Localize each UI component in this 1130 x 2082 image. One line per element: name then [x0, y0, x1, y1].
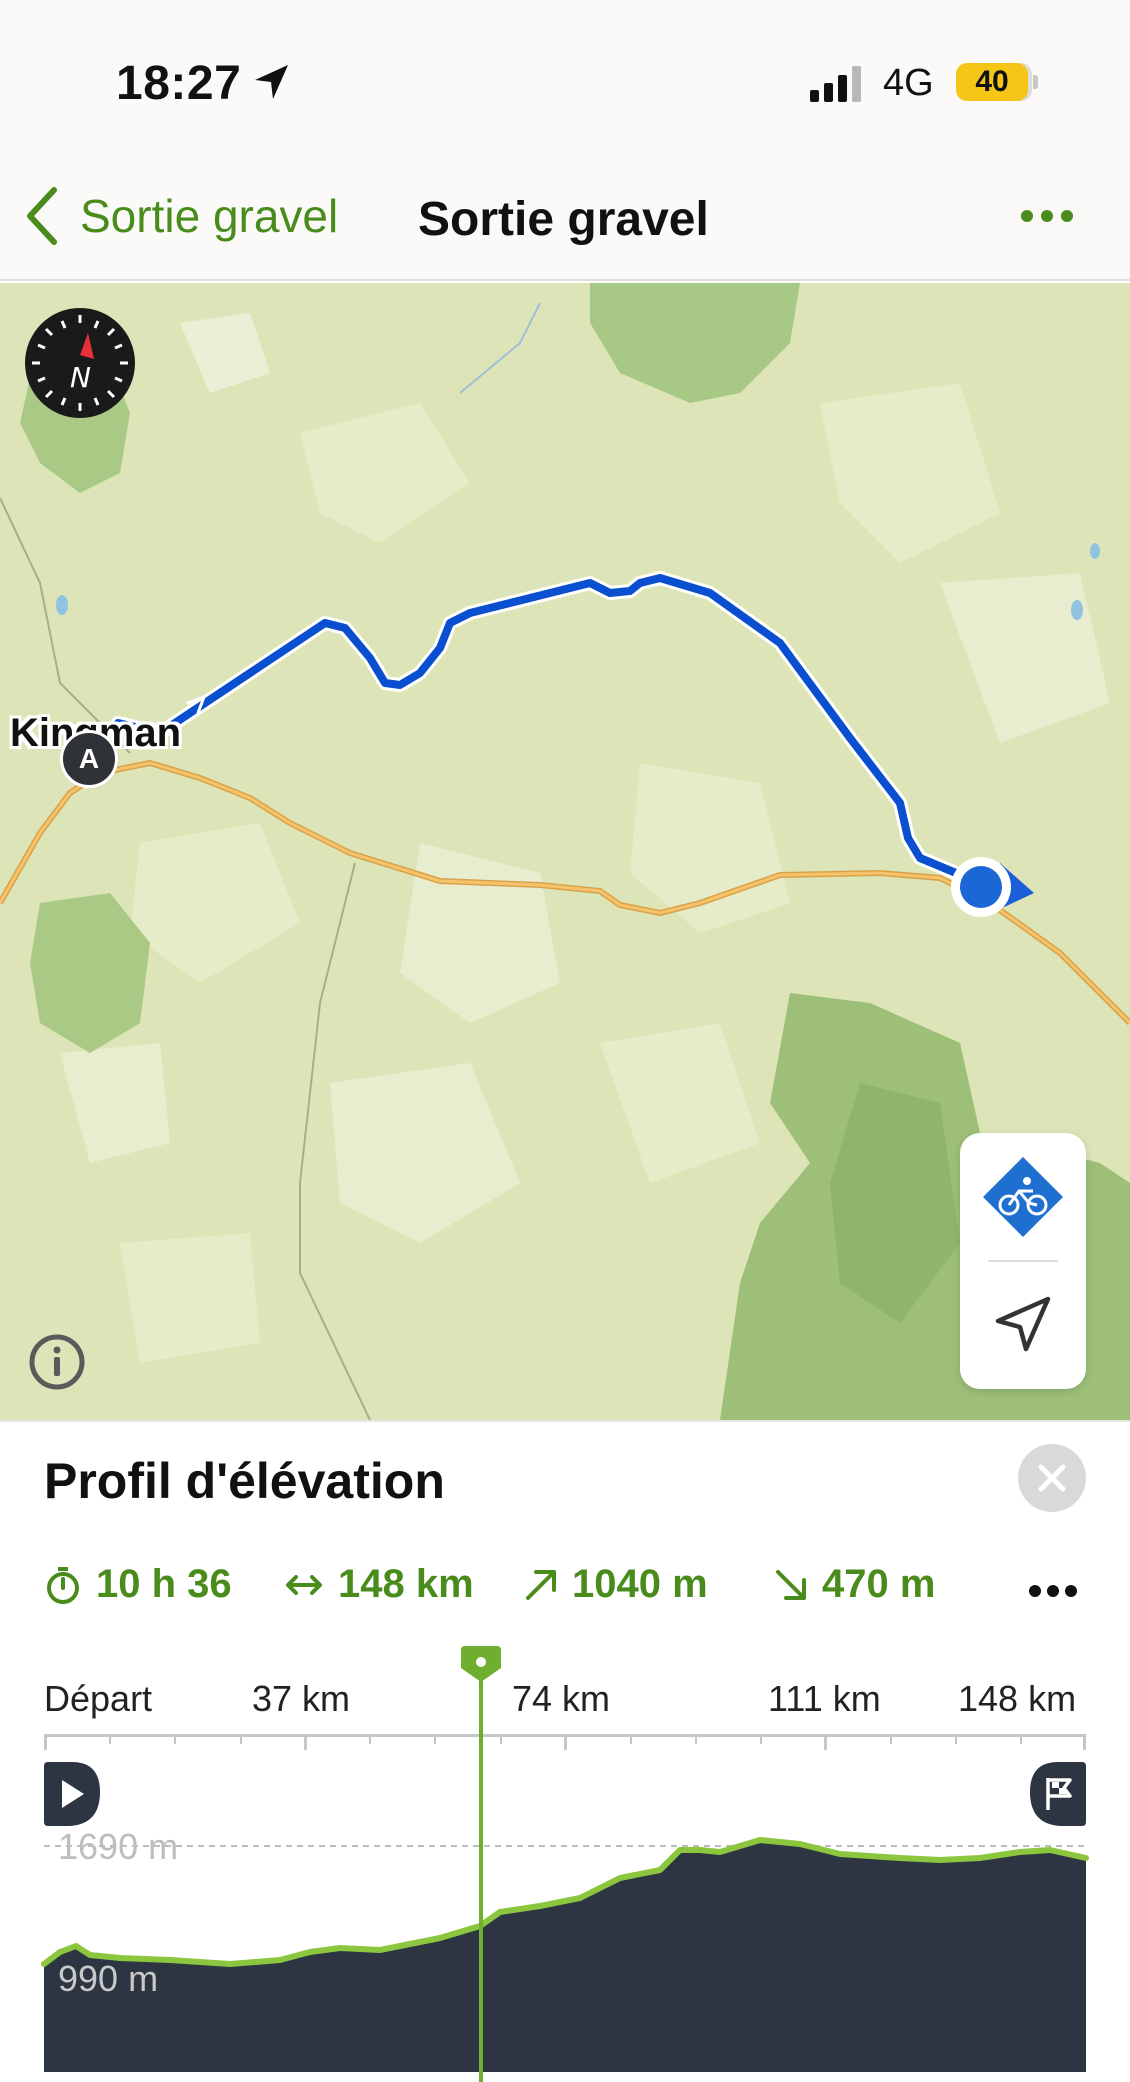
stat-ascent: 1040 m	[524, 1562, 708, 1607]
info-icon[interactable]	[28, 1333, 86, 1391]
stat-duration-value: 10 h 36	[96, 1562, 232, 1606]
chevron-left-icon	[27, 187, 57, 245]
elevation-panel: Profil d'élévation 10 h 36 148 km 1040 m	[0, 1420, 1130, 2082]
compass-letter: N	[70, 361, 91, 394]
cursor-handle-icon[interactable]	[459, 1644, 503, 1684]
stopwatch-icon	[47, 1566, 79, 1604]
stats-row: 10 h 36 148 km 1040 m 470 m	[44, 1562, 1094, 1622]
status-time: 18:27	[116, 57, 242, 110]
cycling-sport-icon[interactable]	[981, 1155, 1065, 1239]
elevation-min-label: 990 m	[58, 1958, 159, 1999]
stats-more-icon[interactable]	[1028, 1582, 1078, 1600]
nav-bar: Sortie gravel Sortie gravel	[0, 150, 1130, 281]
compass-icon[interactable]: N	[24, 307, 136, 419]
back-label: Sortie gravel	[80, 190, 339, 242]
locate-me-icon[interactable]	[992, 1293, 1054, 1355]
location-arrow-icon	[255, 65, 288, 99]
elevation-chart[interactable]: Départ 37 km 74 km 111 km 148 km 1690 m …	[0, 1632, 1130, 2082]
map-view[interactable]: N Kingman A	[0, 283, 1130, 1420]
controls-divider	[988, 1260, 1058, 1262]
distance-arrows-icon	[286, 1574, 322, 1595]
elevation-max-label: 1690 m	[58, 1826, 179, 1867]
stat-distance: 148 km	[284, 1562, 474, 1607]
map-controls	[960, 1133, 1086, 1389]
ascent-arrow-icon	[526, 1569, 556, 1600]
start-marker[interactable]: A	[60, 730, 118, 788]
back-button[interactable]: Sortie gravel	[22, 186, 338, 246]
stat-distance-value: 148 km	[338, 1562, 474, 1606]
position-cursor[interactable]	[479, 1662, 483, 2082]
descent-arrow-icon	[776, 1569, 806, 1600]
stat-descent-value: 470 m	[822, 1562, 936, 1606]
close-icon[interactable]	[1018, 1444, 1086, 1512]
stat-duration: 10 h 36	[44, 1562, 232, 1607]
page-title: Sortie gravel	[418, 193, 709, 246]
signal-icon	[810, 66, 861, 102]
stat-descent: 470 m	[774, 1562, 935, 1607]
battery-tip	[1033, 75, 1038, 89]
battery-indicator: 40	[956, 63, 1028, 101]
status-bar: 18:27 4G 40	[0, 0, 1130, 150]
panel-title: Profil d'élévation	[44, 1453, 445, 1509]
stat-ascent-value: 1040 m	[572, 1562, 708, 1606]
network-label: 4G	[883, 62, 934, 104]
more-options-icon[interactable]	[1020, 206, 1074, 226]
